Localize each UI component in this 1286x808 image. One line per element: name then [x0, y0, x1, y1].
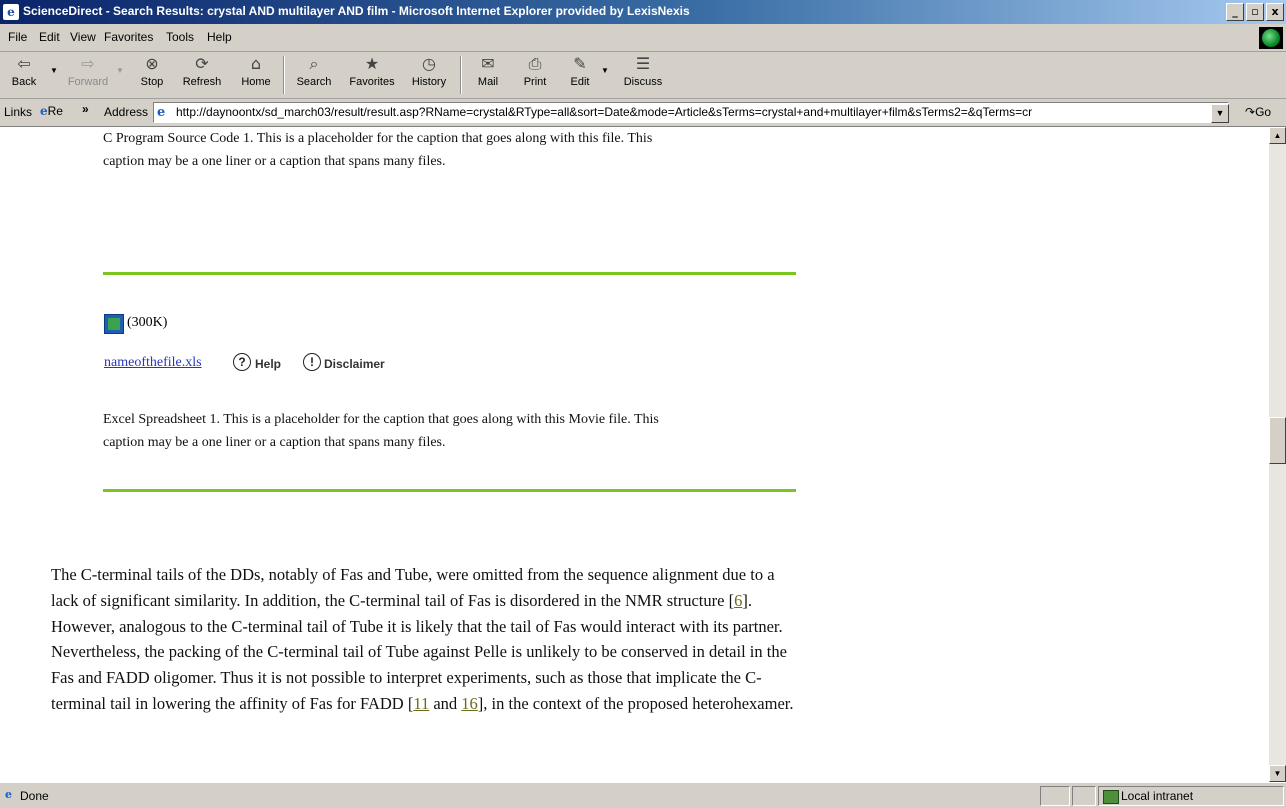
status-panel	[1040, 786, 1070, 806]
disclaimer-link[interactable]: Disclaimer	[324, 357, 385, 371]
links-chevron-icon[interactable]: »	[82, 102, 89, 116]
title-bar: e ScienceDirect - Search Results: crysta…	[0, 0, 1286, 24]
close-button[interactable]: x	[1266, 3, 1284, 21]
menu-edit[interactable]: Edit	[39, 30, 60, 44]
minimize-button[interactable]: _	[1226, 3, 1244, 21]
links-item[interactable]: eRe	[40, 104, 63, 118]
file-size: (300K)	[127, 315, 168, 330]
go-button[interactable]: ↷Go	[1245, 105, 1271, 119]
caption-c-program: C Program Source Code 1. This is a place…	[103, 131, 653, 169]
caption-excel: Excel Spreadsheet 1. This is a placehold…	[103, 412, 659, 450]
help-icon[interactable]: ?	[233, 353, 251, 371]
favorites-button[interactable]: ★ Favorites	[343, 54, 401, 88]
menu-view[interactable]: View	[70, 30, 96, 44]
discuss-button[interactable]: ☰ Discuss	[620, 54, 666, 88]
status-bar: e Done Local intranet	[0, 782, 1286, 808]
discuss-icon: ☰	[635, 54, 651, 73]
toolbar-separator	[460, 56, 462, 94]
print-button[interactable]: ⎙ Print	[518, 54, 552, 88]
help-link[interactable]: Help	[255, 357, 281, 371]
history-icon: ◷	[422, 54, 436, 73]
window-controls: _ ▫ x	[1226, 3, 1284, 21]
mail-icon: ✉	[481, 54, 495, 73]
stop-button[interactable]: ⊗ Stop	[134, 54, 170, 88]
menu-favorites[interactable]: Favorites	[104, 30, 153, 44]
window-title: ScienceDirect - Search Results: crystal …	[23, 4, 690, 18]
address-dropdown-icon[interactable]: ▼	[1211, 104, 1229, 123]
ie-page-icon: e	[40, 104, 48, 118]
favorites-icon: ★	[364, 54, 380, 73]
address-label: Address	[104, 105, 149, 119]
refresh-icon: ⟳	[195, 54, 209, 73]
status-panel	[1072, 786, 1096, 806]
forward-arrow-icon: ⇨	[81, 54, 95, 73]
forward-dropdown-icon[interactable]: ▼	[116, 66, 124, 75]
search-button[interactable]: ⌕ Search	[291, 54, 337, 88]
address-input[interactable]: e http://daynoontx/sd_march03/result/res…	[153, 102, 1229, 123]
menu-bar: File Edit View Favorites Tools Help	[0, 24, 1286, 52]
divider	[103, 489, 796, 492]
divider	[103, 272, 796, 275]
scroll-thumb[interactable]	[1269, 417, 1286, 464]
windows-logo-icon	[1259, 27, 1283, 49]
menu-tools[interactable]: Tools	[166, 30, 194, 44]
reference-link-16[interactable]: 16	[461, 694, 478, 713]
disclaimer-icon[interactable]: !	[303, 353, 321, 371]
maximize-button[interactable]: ▫	[1246, 3, 1264, 21]
zone-text: Local intranet	[1121, 789, 1194, 803]
home-icon: ⌂	[250, 54, 262, 73]
local-intranet-icon	[1103, 790, 1119, 804]
menu-file[interactable]: File	[8, 30, 27, 44]
reference-link-11[interactable]: 11	[413, 694, 429, 713]
page-icon: e	[157, 105, 172, 120]
edit-icon: ✎	[573, 54, 587, 73]
search-icon: ⌕	[309, 54, 319, 73]
print-icon: ⎙	[528, 54, 542, 73]
forward-button[interactable]: ⇨ Forward	[66, 54, 110, 88]
refresh-button[interactable]: ⟳ Refresh	[178, 54, 226, 88]
vertical-scrollbar[interactable]: ▲ ▼	[1269, 127, 1286, 782]
status-text: Done	[20, 789, 49, 803]
file-download-link[interactable]: nameofthefile.xls	[104, 355, 202, 371]
home-button[interactable]: ⌂ Home	[236, 54, 276, 88]
edit-dropdown-icon[interactable]: ▼	[601, 66, 609, 75]
go-arrow-icon: ↷	[1245, 105, 1256, 119]
back-button[interactable]: ⇦ Back	[4, 54, 44, 88]
page-done-icon: e	[5, 788, 12, 801]
back-dropdown-icon[interactable]: ▼	[50, 66, 58, 75]
page-content: C Program Source Code 1. This is a place…	[0, 127, 1269, 782]
mail-button[interactable]: ✉ Mail	[470, 54, 506, 88]
edit-button[interactable]: ✎ Edit	[566, 54, 594, 88]
stop-icon: ⊗	[145, 54, 159, 73]
ie-icon[interactable]: e	[3, 4, 19, 20]
scroll-down-icon[interactable]: ▼	[1269, 765, 1286, 782]
toolbar-separator	[283, 56, 285, 94]
toolbar: ⇦ Back ▼ ⇨ Forward ▼ ⊗ Stop ⟳ Refresh ⌂ …	[0, 52, 1286, 99]
menu-help[interactable]: Help	[207, 30, 232, 44]
address-url[interactable]: http://daynoontx/sd_march03/result/resul…	[176, 105, 1032, 119]
body-paragraph: The C-terminal tails of the DDs, notably…	[51, 565, 794, 713]
address-bar: Links eRe » Address e http://daynoontx/s…	[0, 99, 1286, 127]
history-button[interactable]: ◷ History	[405, 54, 453, 88]
scroll-up-icon[interactable]: ▲	[1269, 127, 1286, 144]
excel-file-icon[interactable]	[104, 314, 124, 334]
links-label[interactable]: Links	[4, 105, 32, 119]
back-arrow-icon: ⇦	[17, 54, 31, 73]
